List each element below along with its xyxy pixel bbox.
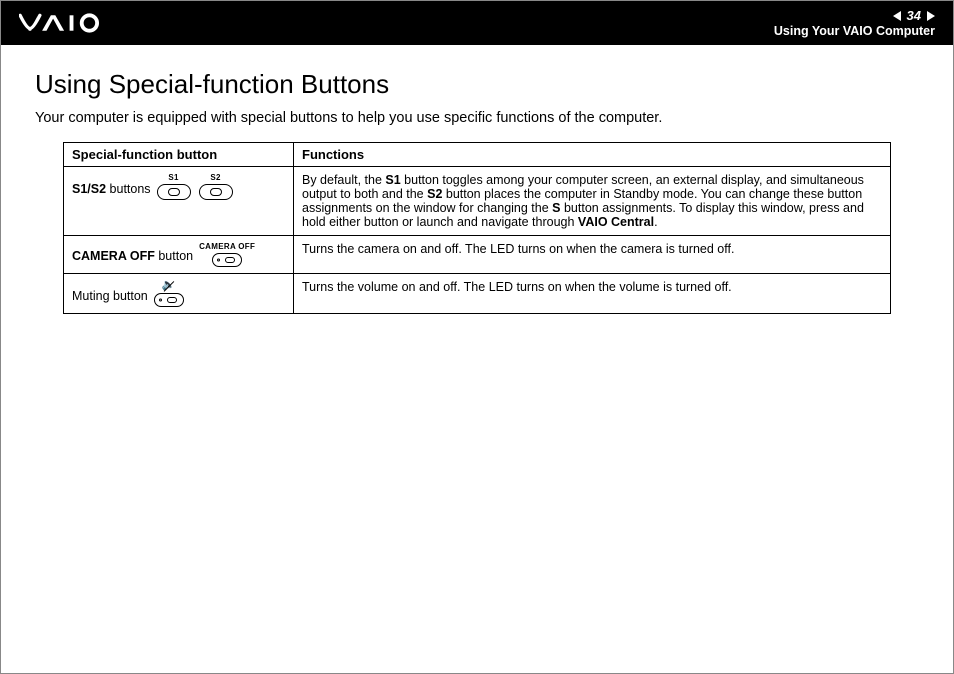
s1-button-icon [157, 184, 191, 200]
s1-caption: S1 [168, 173, 178, 182]
page-intro: Your computer is equipped with special b… [35, 110, 919, 126]
s1s2-function: By default, the S1 button toggles among … [294, 167, 891, 236]
camera-off-label: CAMERA OFF button [72, 249, 193, 267]
header-bar: 34 Using Your VAIO Computer [1, 1, 953, 45]
table-row: Muting button 🔈 Turns the volume on and … [64, 274, 891, 314]
table-header-functions: Functions [294, 143, 891, 167]
page-content: Using Special-function Buttons Your comp… [1, 45, 953, 314]
camera-off-function: Turns the camera on and off. The LED tur… [294, 236, 891, 274]
s2-caption: S2 [210, 173, 220, 182]
muting-label: Muting button [72, 289, 148, 307]
table-row: S1/S2 buttons S1 S2 [64, 167, 891, 236]
s1s2-button-icons: S1 S2 [157, 173, 233, 200]
special-function-table: Special-function button Functions S1/S2 … [63, 142, 891, 314]
mute-icon: 🔈 [162, 280, 176, 291]
vaio-logo [19, 1, 118, 45]
table-row: CAMERA OFF button CAMERA OFF Turns the c… [64, 236, 891, 274]
muting-function: Turns the volume on and off. The LED tur… [294, 274, 891, 314]
s1s2-label: S1/S2 buttons [72, 182, 151, 200]
camera-off-caption: CAMERA OFF [199, 242, 255, 251]
header-right: 34 Using Your VAIO Computer [774, 8, 935, 38]
next-page-icon[interactable] [927, 11, 935, 21]
page-navigator: 34 [893, 8, 935, 23]
page-number: 34 [907, 8, 921, 23]
muting-button-icon [154, 293, 184, 307]
page-title: Using Special-function Buttons [35, 69, 919, 100]
camera-off-button-icon [212, 253, 242, 267]
prev-page-icon[interactable] [893, 11, 901, 21]
s2-button-icon [199, 184, 233, 200]
section-label: Using Your VAIO Computer [774, 24, 935, 38]
table-header-button: Special-function button [64, 143, 294, 167]
